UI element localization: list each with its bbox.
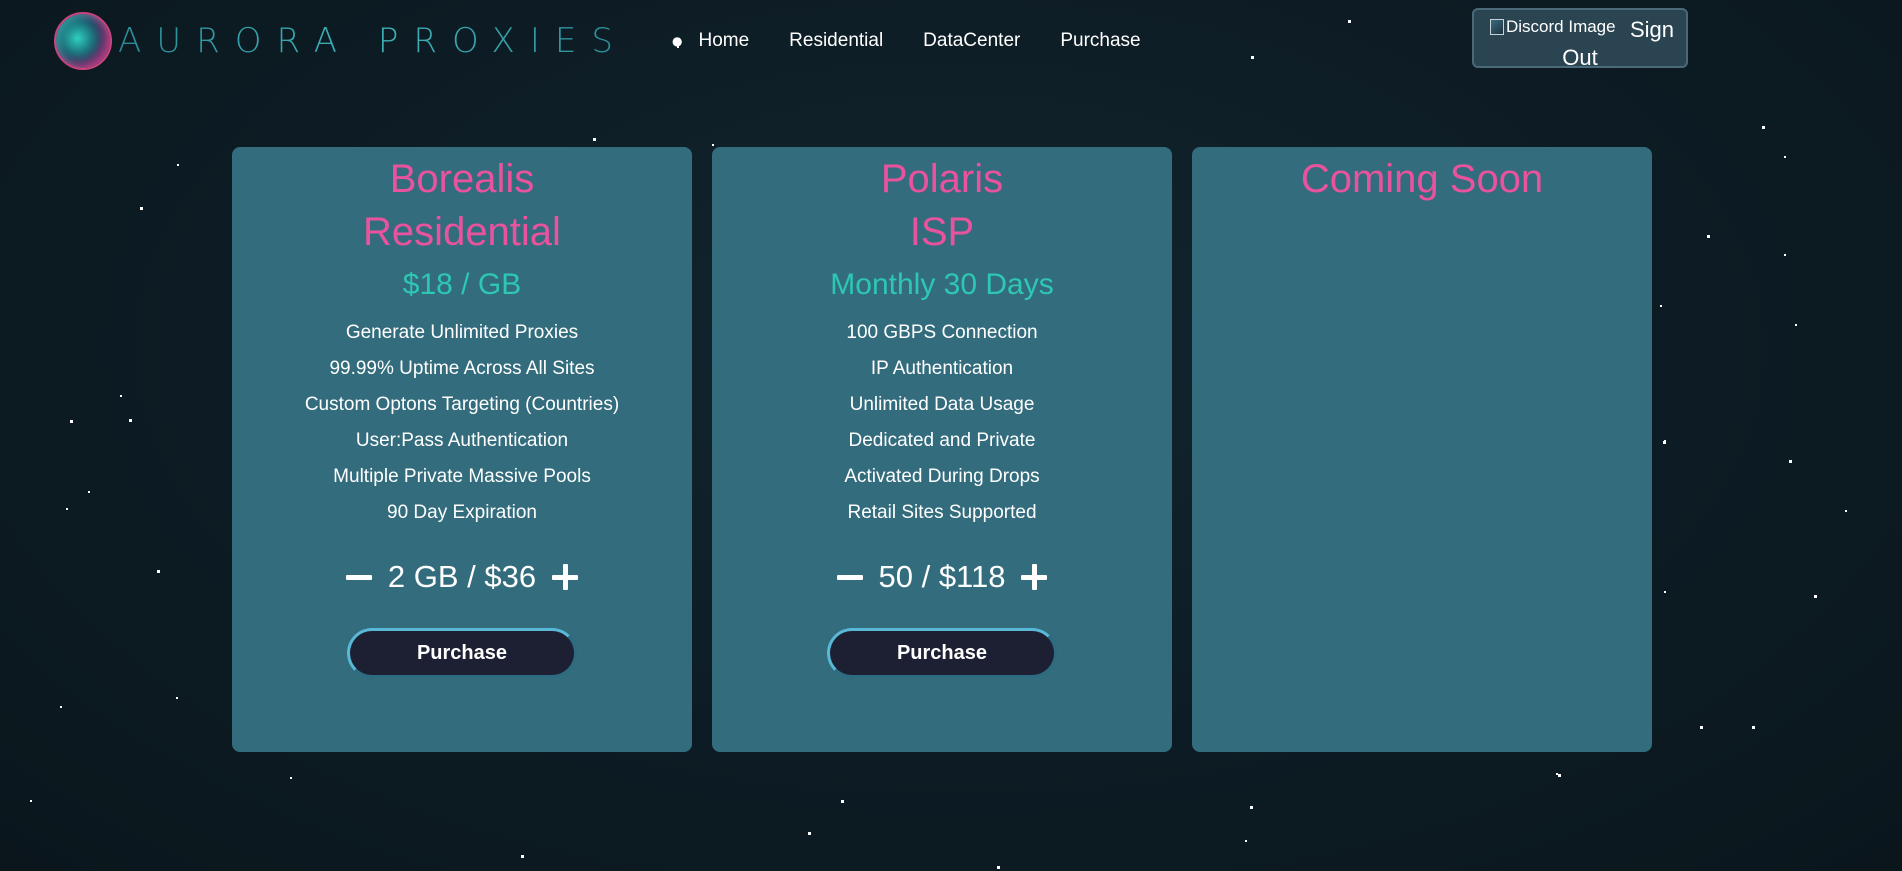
plan-title-line1: Coming Soon — [1300, 157, 1544, 201]
plus-icon[interactable] — [550, 562, 580, 592]
plan-title-line2: Residential — [363, 210, 561, 254]
plus-icon[interactable] — [1019, 562, 1049, 592]
nav-item-datacenter[interactable]: DataCenter — [923, 30, 1020, 52]
nav-item-purchase[interactable]: Purchase — [1060, 30, 1140, 52]
nav-item-residential[interactable]: Residential — [789, 30, 883, 52]
minus-icon[interactable] — [344, 562, 374, 592]
quantity-value: 2 GB / $36 — [387, 559, 537, 594]
feature-item: User:Pass Authentication — [355, 430, 569, 451]
plan-title: Coming Soon — [1192, 153, 1652, 206]
discord-image-alt: Discord Image — [1506, 17, 1616, 36]
plans-container: Borealis Residential $18 / GB Generate U… — [232, 147, 1652, 752]
feature-item: 90 Day Expiration — [387, 502, 537, 523]
feature-item: Retail Sites Supported — [847, 502, 1037, 523]
feature-list: Generate Unlimited Proxies 99.99% Uptime… — [232, 315, 692, 531]
feature-item: 100 GBPS Connection — [846, 322, 1038, 343]
plan-title: Polaris ISP — [712, 153, 1172, 259]
aurora-orb-icon — [54, 12, 112, 70]
plan-title-line1: Borealis — [389, 157, 535, 201]
feature-item: IP Authentication — [870, 358, 1014, 379]
minus-icon[interactable] — [835, 562, 865, 592]
discord-avatar: Discord Image — [1490, 17, 1616, 37]
sign-out-label-line1: Sign — [1630, 17, 1675, 42]
purchase-button[interactable]: Purchase — [827, 628, 1057, 678]
feature-item: 99.99% Uptime Across All Sites — [329, 358, 595, 379]
quantity-stepper: 2 GB / $36 — [232, 559, 692, 595]
feature-list: 100 GBPS Connection IP Authentication Un… — [712, 315, 1172, 531]
quantity-value: 50 / $118 — [878, 559, 1006, 594]
plan-title-line2: ISP — [909, 210, 975, 254]
plan-card-coming-soon: Coming Soon — [1192, 147, 1652, 752]
plan-price: Monthly 30 Days — [830, 268, 1054, 301]
purchase-button[interactable]: Purchase — [347, 628, 577, 678]
nav-bullet-icon: ● — [672, 34, 683, 48]
plan-title: Borealis Residential — [232, 153, 692, 259]
plan-price: $18 / GB — [402, 268, 522, 301]
feature-item: Activated During Drops — [844, 466, 1040, 487]
feature-item: Unlimited Data Usage — [849, 394, 1035, 415]
broken-image-icon — [1490, 19, 1504, 35]
plan-card-polaris: Polaris ISP Monthly 30 Days 100 GBPS Con… — [712, 147, 1172, 752]
nav-item-home[interactable]: Home — [698, 30, 749, 52]
brand-logo[interactable]: AURORA PROXIES — [54, 10, 628, 72]
sign-out-button[interactable]: Discord Image Sign Out — [1472, 8, 1688, 70]
plan-card-borealis: Borealis Residential $18 / GB Generate U… — [232, 147, 692, 752]
plan-title-line1: Polaris — [880, 157, 1004, 201]
feature-item: Multiple Private Massive Pools — [333, 466, 591, 487]
quantity-stepper: 50 / $118 — [712, 559, 1172, 595]
feature-item: Dedicated and Private — [848, 430, 1036, 451]
logo-text: AURORA PROXIES — [118, 21, 628, 61]
feature-item: Custom Optons Targeting (Countries) — [304, 394, 620, 415]
sign-out-label-line2: Out — [1562, 45, 1598, 70]
feature-item: Generate Unlimited Proxies — [345, 322, 579, 343]
main-nav: ● Home Residential DataCenter Purchase — [672, 30, 1181, 52]
